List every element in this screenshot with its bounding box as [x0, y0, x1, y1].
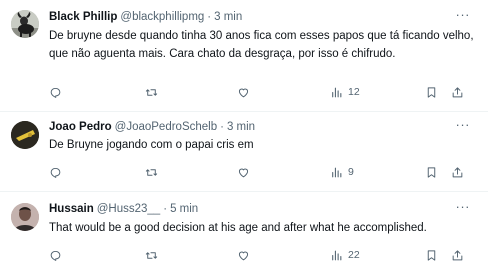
bookmark-icon [427, 249, 436, 261]
reply-icon [50, 87, 61, 98]
avatar[interactable] [11, 121, 39, 149]
views-icon [332, 167, 342, 177]
like-icon [238, 88, 249, 97]
share-button[interactable] [451, 245, 464, 265]
views-icon [332, 250, 342, 260]
tweet-text: De Bruyne jogando com o papai cris em [49, 139, 254, 151]
reply-feed: Black Phillip @blackphillipmg · 3 min ··· D… [0, 0, 488, 272]
like-button[interactable] [237, 245, 250, 265]
bookmark-button[interactable] [425, 82, 438, 102]
avatar[interactable] [11, 10, 39, 38]
display-name[interactable]: Hussain [49, 203, 94, 215]
tweet-header: Joao Pedro @JoaoPedroSchelb · 3 min [49, 119, 255, 135]
reply-button[interactable] [49, 245, 62, 265]
display-name[interactable]: Joao Pedro [49, 121, 112, 133]
tweet-header: Black Phillip @blackphillipmg · 3 min [49, 9, 242, 25]
timestamp[interactable]: 5 min [170, 203, 198, 215]
avatar[interactable] [11, 203, 39, 231]
user-handle[interactable]: @Huss23__ [97, 203, 160, 215]
more-options-icon[interactable]: ··· [456, 118, 471, 131]
tweet-actions: 9 [0, 162, 488, 182]
share-icon [452, 249, 463, 260]
retweet-icon [145, 251, 158, 259]
share-icon [452, 86, 463, 97]
reply-icon [50, 167, 61, 178]
retweet-icon [145, 168, 158, 176]
share-button[interactable] [451, 162, 464, 182]
like-icon [238, 168, 249, 177]
views-button[interactable]: 12 [330, 82, 360, 102]
share-button[interactable] [451, 82, 464, 102]
tweet-text: De bruyne desde quando tinha 30 anos fic… [49, 30, 474, 60]
goat-avatar-image [11, 10, 39, 38]
views-button[interactable]: 9 [330, 162, 354, 182]
user-handle[interactable]: @blackphillipmg [120, 11, 204, 23]
views-icon [332, 87, 342, 97]
reply-button[interactable] [49, 162, 62, 182]
like-button[interactable] [237, 82, 250, 102]
more-options-icon[interactable]: ··· [456, 8, 471, 21]
views-count: 12 [348, 86, 360, 98]
tweet-actions: 12 [0, 82, 488, 102]
tweet-header: Hussain @Huss23__ · 5 min [49, 201, 198, 217]
timestamp[interactable]: 3 min [227, 121, 255, 133]
reply-button[interactable] [49, 82, 62, 102]
separator-dot: · [220, 121, 224, 133]
bookmark-icon [427, 86, 436, 98]
user-handle[interactable]: @JoaoPedroSchelb [115, 121, 217, 133]
tweet-joao-pedro[interactable]: Joao Pedro @JoaoPedroSchelb · 3 min ··· De … [0, 112, 488, 192]
retweet-button[interactable] [145, 82, 158, 102]
avatar-image [11, 203, 39, 231]
tweet-black-phillip[interactable]: Black Phillip @blackphillipmg · 3 min ··· D… [0, 0, 488, 112]
tweet-hussain[interactable]: Hussain @Huss23__ · 5 min ··· That would be… [0, 192, 488, 272]
bookmark-button[interactable] [425, 162, 438, 182]
timestamp[interactable]: 3 min [214, 11, 242, 23]
display-name[interactable]: Black Phillip [49, 11, 117, 23]
views-count: 22 [348, 249, 360, 261]
bookmark-icon [427, 166, 436, 178]
tweet-text: That would be a good decision at his age… [49, 222, 427, 234]
separator-dot: · [207, 11, 212, 23]
tweet-actions: 22 [0, 245, 488, 265]
like-button[interactable] [237, 162, 250, 182]
bookmark-button[interactable] [425, 245, 438, 265]
views-count: 9 [348, 166, 354, 178]
retweet-button[interactable] [145, 162, 158, 182]
separator-dot: · [163, 203, 168, 215]
reply-icon [50, 250, 61, 261]
like-icon [238, 251, 249, 260]
share-icon [452, 166, 463, 177]
views-button[interactable]: 22 [330, 245, 360, 265]
retweet-button[interactable] [145, 245, 158, 265]
avatar-image [11, 121, 39, 149]
more-options-icon[interactable]: ··· [456, 200, 471, 213]
retweet-icon [145, 88, 158, 96]
